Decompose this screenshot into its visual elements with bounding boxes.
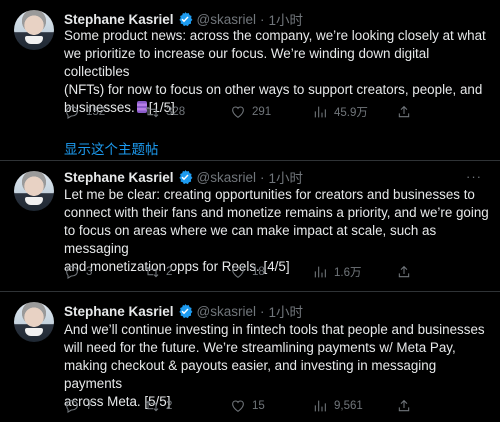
reply-button[interactable]: 152 [64,104,105,120]
author-name[interactable]: Stephane Kasriel [64,12,174,27]
text-line: (NFTs) for now to focus on other ways to… [64,82,483,97]
share-button[interactable] [396,398,412,414]
reply-icon [64,264,80,280]
reply-button[interactable]: 3 [64,264,92,280]
text-line: connect with their fans and monetize rem… [64,205,489,220]
text-line: will need for the future. We’re streamli… [64,340,456,355]
like-count: 291 [252,106,272,118]
tweet-header: Stephane Kasriel @skasriel · 1小时 [64,301,304,321]
views-button[interactable]: 45.9万 [312,104,368,120]
text-line: to focus on areas where we can make impa… [64,223,437,256]
reply-count: 7 [86,400,93,412]
author-handle[interactable]: @skasriel [197,12,256,27]
retweet-icon [144,398,160,414]
tweet-actions: 152 328 291 45.9万 [62,102,492,122]
tweet-actions: 3 2 18 1.6万 [62,262,492,282]
views-count: 1.6万 [334,267,362,279]
views-count: 9,561 [334,400,363,412]
text-line: And we’ll continue investing in fintech … [64,322,485,337]
verified-badge-icon [178,12,192,27]
reply-button[interactable]: 7 [64,398,92,414]
share-icon [396,398,412,414]
views-icon [312,264,328,280]
timestamp[interactable]: 1小时 [269,301,304,321]
views-button[interactable]: 9,561 [312,398,363,414]
more-icon[interactable]: ··· [466,169,482,184]
avatar[interactable] [14,171,54,211]
like-button[interactable]: 18 [230,264,265,280]
like-count: 18 [252,266,265,278]
views-button[interactable]: 1.6万 [312,264,362,280]
author-name[interactable]: Stephane Kasriel [64,304,174,319]
retweet-button[interactable]: 2 [144,264,172,280]
views-icon [312,398,328,414]
like-icon [230,398,246,414]
share-icon [396,104,412,120]
text-line: Some product news: across the company, w… [64,28,486,43]
text-line: making checkout & payouts easier, and in… [64,358,437,391]
reply-count: 152 [86,106,106,118]
show-thread-link[interactable]: 显示这个主题帖 [64,138,159,158]
like-button[interactable]: 291 [230,104,271,120]
reply-icon [64,104,80,120]
reply-icon [64,398,80,414]
separator: · [260,11,265,27]
like-icon [230,104,246,120]
like-button[interactable]: 15 [230,398,265,414]
verified-badge-icon [178,304,192,319]
tweet-actions: 7 2 15 9,561 [62,396,492,416]
text-line: we prioritize to increase our focus. We’… [64,46,430,79]
author-handle[interactable]: @skasriel [197,170,256,185]
avatar[interactable] [14,302,54,342]
tweet-2[interactable]: Stephane Kasriel @skasriel · 1小时 ··· Let… [0,161,500,291]
share-button[interactable] [396,264,412,280]
verified-badge-icon [178,170,192,185]
reply-count: 3 [86,266,93,278]
separator: · [260,169,265,185]
retweet-icon [144,104,160,120]
retweet-count: 328 [166,106,186,118]
tweet-1[interactable]: Stephane Kasriel @skasriel · 1小时 Some pr… [0,0,500,160]
author-name[interactable]: Stephane Kasriel [64,170,174,185]
text-line: Let me be clear: creating opportunities … [64,187,475,202]
like-icon [230,264,246,280]
timestamp[interactable]: 1小时 [269,167,304,187]
retweet-button[interactable]: 328 [144,104,185,120]
retweet-count: 2 [166,266,173,278]
separator: · [260,303,265,319]
timestamp[interactable]: 1小时 [269,9,304,29]
retweet-icon [144,264,160,280]
share-icon [396,264,412,280]
like-count: 15 [252,400,265,412]
avatar[interactable] [14,10,54,50]
tweet-header: Stephane Kasriel @skasriel · 1小时 [64,9,304,29]
share-button[interactable] [396,104,412,120]
retweet-count: 2 [166,400,173,412]
tweet-3[interactable]: Stephane Kasriel @skasriel · 1小时 And we’… [0,292,500,422]
author-handle[interactable]: @skasriel [197,304,256,319]
retweet-button[interactable]: 2 [144,398,172,414]
views-count: 45.9万 [334,107,368,119]
tweet-header: Stephane Kasriel @skasriel · 1小时 [64,167,304,187]
views-icon [312,104,328,120]
